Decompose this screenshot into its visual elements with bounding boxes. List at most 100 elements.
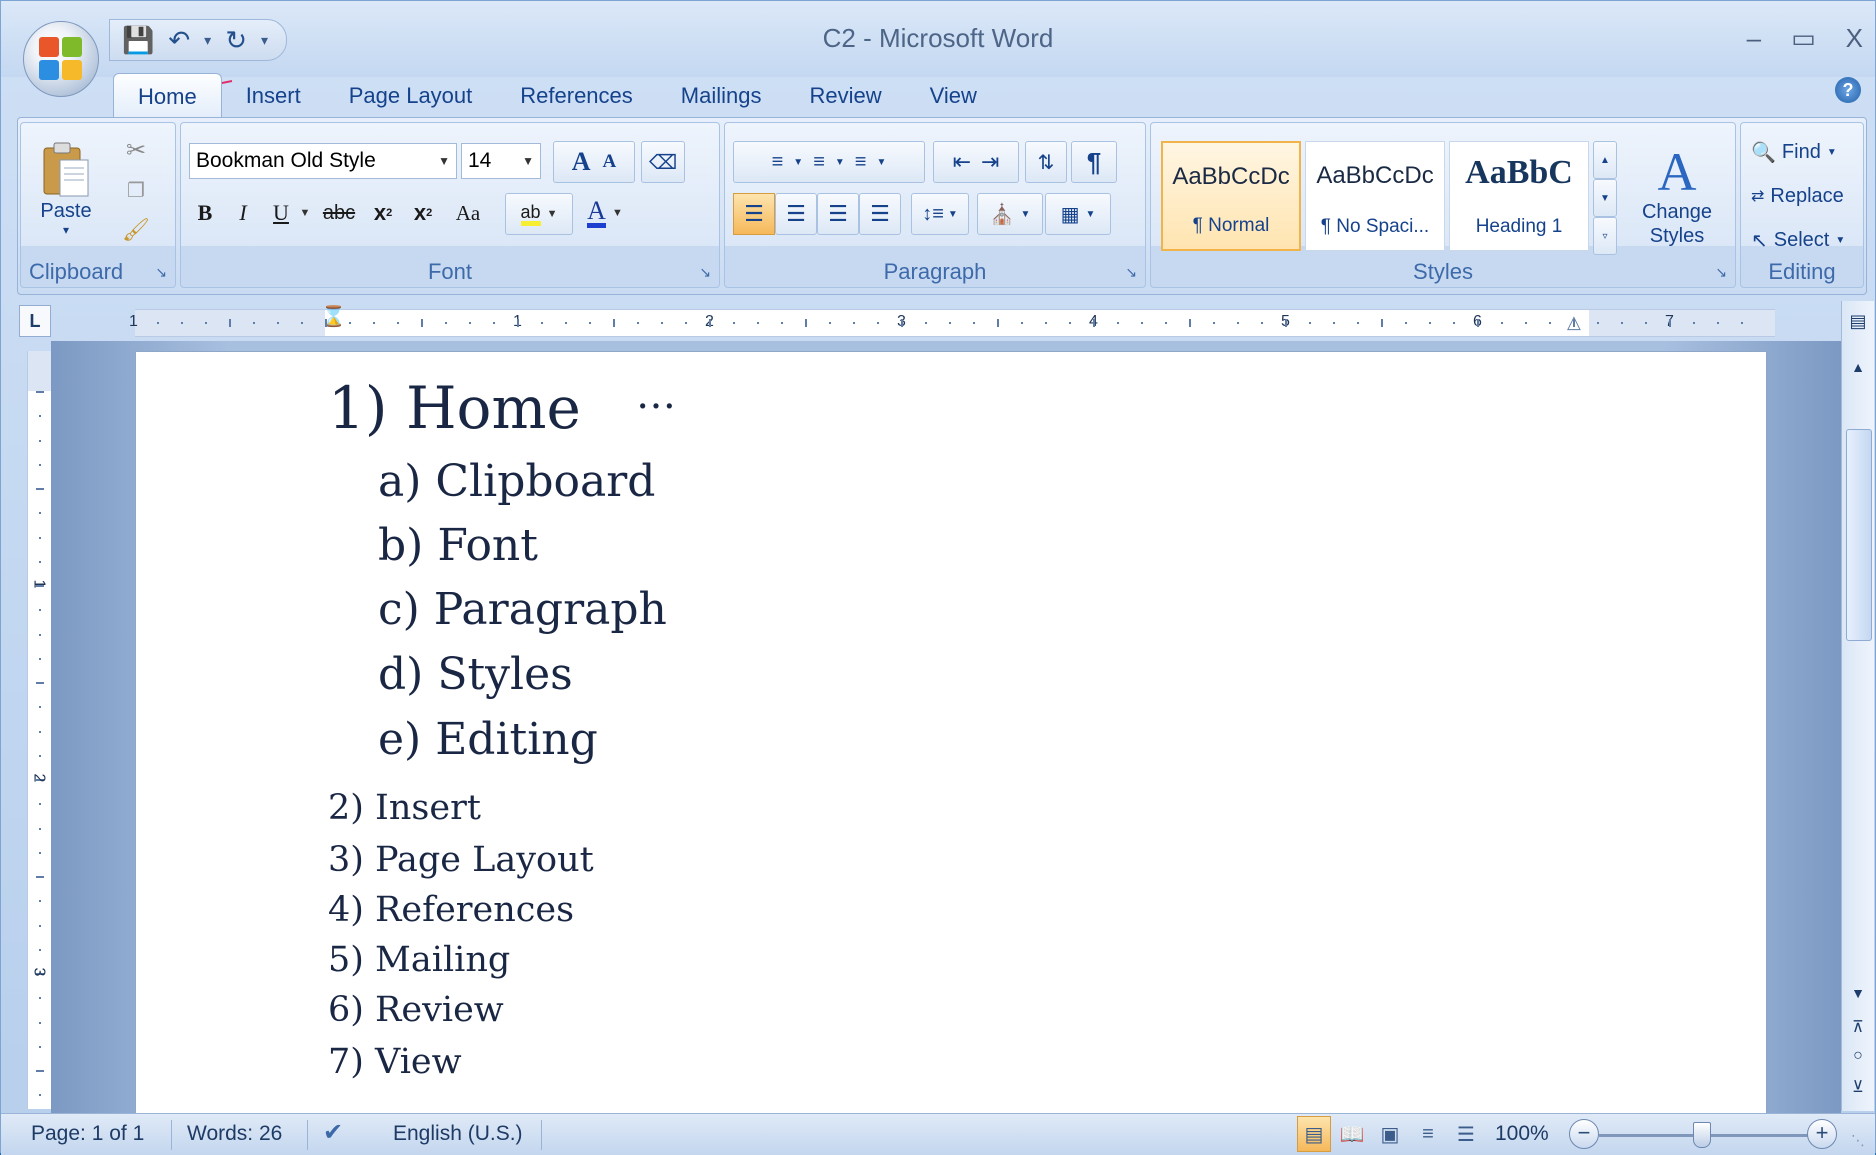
full-screen-reading-icon[interactable]: 📖 [1335, 1116, 1369, 1152]
strikethrough-button[interactable]: abc [317, 193, 361, 233]
print-layout-icon[interactable]: ▤ [1297, 1116, 1331, 1152]
cut-icon[interactable]: ✂ [121, 135, 151, 165]
style-heading-1[interactable]: AaBbC Heading 1 [1449, 141, 1589, 251]
numbering-icon[interactable]: ≡ [813, 151, 825, 174]
tab-page-layout[interactable]: Page Layout [325, 73, 497, 117]
proofing-icon[interactable]: ✔ [323, 1118, 343, 1147]
multilevel-dropdown-icon[interactable]: ▼ [876, 157, 886, 168]
ruler-tick [229, 319, 231, 327]
borders-button[interactable]: ▦ ▼ [1045, 193, 1111, 235]
item-page-layout: 3) Page Layout [328, 840, 594, 880]
increase-indent-icon[interactable]: ⇥ [981, 149, 999, 175]
language-indicator[interactable]: English (U.S.) [393, 1122, 523, 1146]
line-spacing-button[interactable]: ↕≡ ▼ [911, 193, 969, 235]
outline-icon[interactable]: ≡ [1411, 1116, 1445, 1152]
scroll-down-icon[interactable]: ▼ [1842, 985, 1874, 1001]
help-icon[interactable]: ? [1835, 77, 1861, 103]
zoom-slider-thumb[interactable] [1693, 1122, 1711, 1148]
font-size-combo[interactable]: 14 ▼ [461, 143, 541, 179]
sort-icon[interactable]: ⇅ [1025, 141, 1067, 183]
paragraph-launcher-icon[interactable]: ↘ [1125, 264, 1137, 281]
shrink-font-button[interactable]: A [603, 151, 617, 173]
draft-icon[interactable]: ☰ [1449, 1116, 1483, 1152]
office-button[interactable] [23, 21, 99, 97]
styles-group: AaBbCcDc ¶ Normal AaBbCcDc ¶ No Spaci...… [1150, 122, 1736, 288]
font-name-combo[interactable]: Bookman Old Style ▼ [189, 143, 457, 179]
ruler-tick [1621, 322, 1623, 324]
change-styles-button[interactable]: A Change Styles [1627, 131, 1727, 261]
bullets-icon[interactable]: ≡ [772, 151, 784, 174]
styles-scroll-down-icon[interactable]: ▼ [1593, 179, 1617, 217]
style-normal-preview: AaBbCcDc [1172, 163, 1290, 190]
ruler-tick [805, 319, 807, 327]
zoom-out-icon[interactable]: − [1569, 1119, 1599, 1149]
align-center-icon[interactable]: ☰ [775, 193, 817, 235]
font-color-button[interactable]: A ▼ [575, 193, 635, 233]
bullets-dropdown-icon[interactable]: ▼ [793, 157, 803, 168]
tab-references[interactable]: References [496, 73, 657, 117]
zoom-level[interactable]: 100% [1495, 1122, 1549, 1146]
tab-review[interactable]: Review [785, 73, 905, 117]
underline-dropdown-icon[interactable]: ▼ [297, 193, 313, 233]
font-size-value: 14 [468, 149, 492, 172]
vertical-scrollbar[interactable]: ▤ ▲ ▼ ⊼ ○ ⊻ [1841, 301, 1874, 1111]
web-layout-icon[interactable]: ▣ [1373, 1116, 1407, 1152]
next-page-icon[interactable]: ⊻ [1842, 1077, 1874, 1097]
style-normal[interactable]: AaBbCcDc ¶ Normal [1161, 141, 1301, 251]
paste-button[interactable]: Paste ▾ [29, 133, 103, 243]
tab-home[interactable]: Home [113, 73, 222, 118]
styles-more-icon[interactable]: ▿ [1593, 217, 1617, 255]
select-browse-object-icon[interactable]: ○ [1842, 1047, 1874, 1065]
justify-icon[interactable]: ☰ [859, 193, 901, 235]
word-count[interactable]: Words: 26 [187, 1122, 282, 1146]
scrollbar-thumb[interactable] [1846, 429, 1872, 641]
align-right-icon[interactable]: ☰ [817, 193, 859, 235]
shading-dropdown-icon: ▼ [1020, 208, 1031, 220]
grow-font-button[interactable]: A [572, 147, 591, 177]
decrease-indent-icon[interactable]: ⇤ [953, 149, 971, 175]
document-page[interactable]: 1) Home … a) Clipboard b) Font c) Paragr… [135, 351, 1767, 1122]
format-painter-icon[interactable]: 🖌 [121, 215, 151, 245]
subscript-button[interactable]: x2 [365, 193, 401, 233]
vertical-ruler[interactable]: 1 2 3 [27, 351, 53, 1109]
maximize-button[interactable]: ▭ [1791, 23, 1816, 54]
select-button[interactable]: ↖ Select ▼ [1751, 223, 1845, 257]
replace-button[interactable]: ⇄ Replace [1751, 179, 1844, 213]
superscript-button[interactable]: x2 [405, 193, 441, 233]
italic-button[interactable]: I [225, 193, 261, 233]
ruler-tick [36, 876, 44, 878]
horizontal-ruler[interactable]: ⌛ △ 11234567 [129, 306, 1775, 337]
style-no-spacing[interactable]: AaBbCcDc ¶ No Spaci... [1305, 141, 1445, 251]
copy-icon[interactable]: ❐ [121, 175, 151, 205]
align-left-icon[interactable]: ☰ [733, 193, 775, 235]
scroll-up-icon[interactable]: ▲ [1842, 359, 1874, 375]
styles-scroll-up-icon[interactable]: ▲ [1593, 141, 1617, 179]
page-count[interactable]: Page: 1 of 1 [31, 1122, 144, 1146]
previous-page-icon[interactable]: ⊼ [1842, 1017, 1874, 1037]
clear-formatting-icon[interactable]: ⌫ [641, 141, 685, 183]
tab-view[interactable]: View [906, 73, 1001, 117]
tab-mailings[interactable]: Mailings [657, 73, 786, 117]
numbering-dropdown-icon[interactable]: ▼ [835, 157, 845, 168]
minimize-button[interactable]: – [1747, 23, 1761, 54]
change-case-button[interactable]: Aa [443, 193, 493, 233]
show-formatting-button[interactable]: ¶ [1071, 141, 1117, 183]
clipboard-group: Paste ▾ ✂ ❐ 🖌 Clipboard ↘ [20, 122, 176, 288]
zoom-in-icon[interactable]: + [1807, 1119, 1837, 1149]
ruler-tick [1453, 322, 1455, 324]
close-button[interactable]: X [1846, 23, 1863, 54]
view-buttons: ▤ 📖 ▣ ≡ ☰ [1297, 1116, 1483, 1152]
underline-button[interactable]: U [263, 193, 299, 233]
highlight-color-button[interactable]: ab ▼ [505, 193, 573, 235]
styles-launcher-icon[interactable]: ↘ [1715, 264, 1727, 281]
view-ruler-icon[interactable]: ▤ [1842, 311, 1874, 332]
tab-insert[interactable]: Insert [222, 73, 325, 117]
resize-grip-icon[interactable]: ⋱ [1851, 1132, 1865, 1149]
find-button[interactable]: 🔍 Find ▼ [1751, 135, 1837, 169]
multilevel-list-icon[interactable]: ≡ [855, 151, 867, 174]
clipboard-launcher-icon[interactable]: ↘ [155, 264, 167, 281]
font-launcher-icon[interactable]: ↘ [699, 264, 711, 281]
shading-button[interactable]: ⛪ ▼ [977, 193, 1043, 235]
tab-selector-icon[interactable]: L [19, 305, 51, 337]
bold-button[interactable]: B [187, 193, 223, 233]
